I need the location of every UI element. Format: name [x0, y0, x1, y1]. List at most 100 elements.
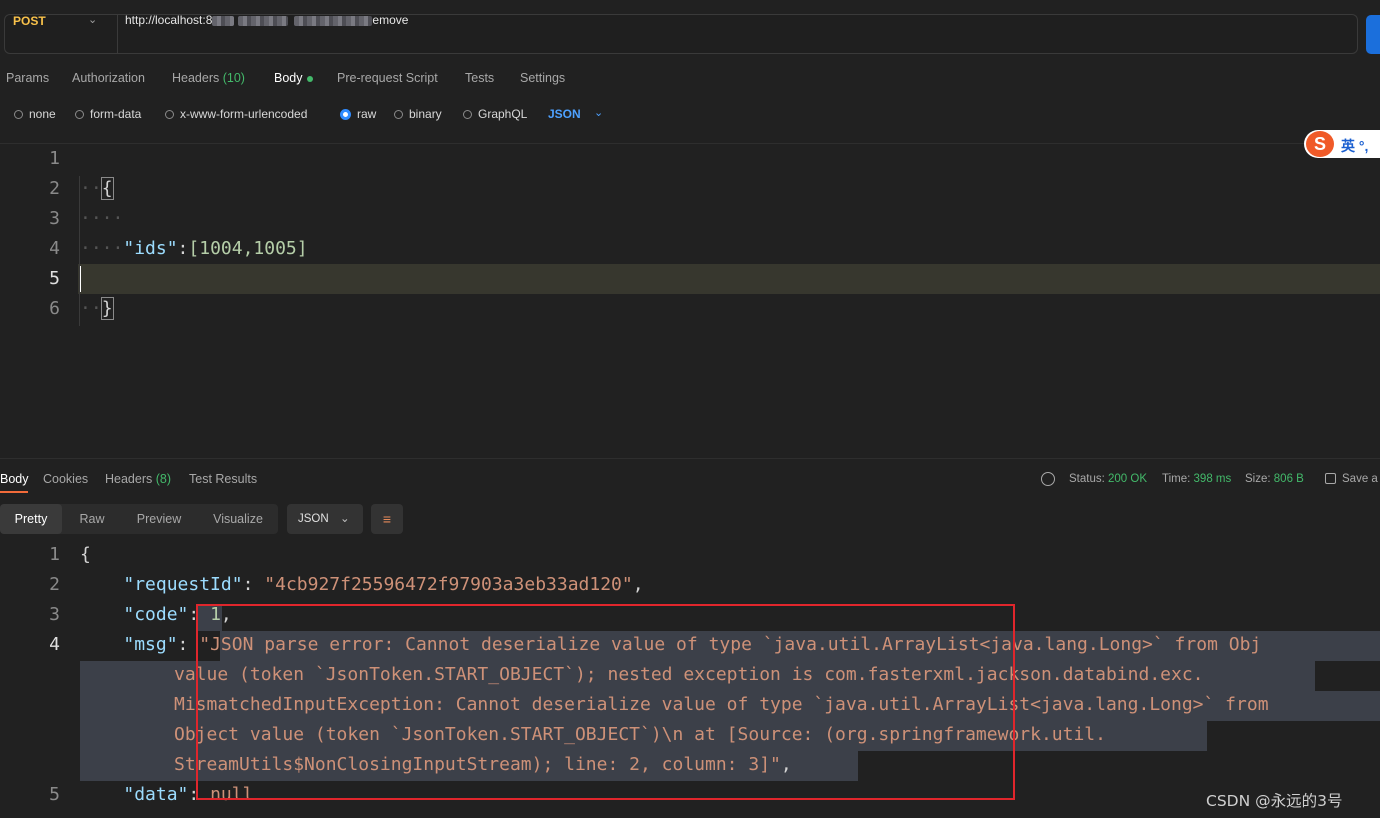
json-key: "requestId" [123, 574, 243, 595]
line-number: 5 [49, 784, 60, 805]
url-prefix: http://localhost:8 [125, 13, 213, 27]
json-key: "ids" [123, 238, 178, 259]
radio-label: x-www-form-urlencoded [180, 107, 308, 121]
time-info[interactable]: Time: 398 ms [1162, 473, 1231, 485]
radio-x-www-form-urlencoded[interactable]: x-www-form-urlencoded [165, 107, 307, 121]
radio-circle [14, 109, 23, 119]
divider [0, 143, 1380, 144]
size-value: 806 B [1273, 473, 1304, 485]
line-number: 1 [49, 148, 60, 169]
response-tab-headers[interactable]: Headers (8) [105, 472, 171, 486]
close-brace: } [100, 297, 114, 320]
redacted-url-part [294, 15, 373, 26]
line-number: 3 [49, 604, 60, 625]
wrap-lines-icon[interactable]: ≡ [371, 504, 403, 534]
tab-pre-request-script[interactable]: Pre-request Script [337, 71, 438, 85]
line-number: 3 [49, 208, 60, 229]
tab-headers-label: Headers [172, 71, 220, 85]
redacted-url-part [237, 15, 288, 26]
size-info[interactable]: Size: 806 B [1245, 473, 1304, 485]
editor-line-4[interactable]: ····"ids":[1004,1005] [80, 238, 308, 259]
radio-label: form-data [90, 107, 142, 121]
body-indicator-dot [306, 75, 313, 82]
chevron-down-icon[interactable]: ⌄ [88, 13, 97, 26]
radio-circle [165, 109, 174, 119]
radio-label: raw [357, 107, 377, 121]
error-highlight-box [196, 604, 1015, 800]
status-value: 200 OK [1108, 473, 1148, 485]
radio-circle [75, 109, 84, 119]
url-bar-separator [117, 15, 118, 53]
pane-divider[interactable] [0, 458, 1380, 459]
view-raw[interactable]: Raw [62, 504, 122, 534]
response-open-brace: { [80, 544, 91, 565]
chevron-down-icon[interactable]: ⌄ [594, 106, 603, 119]
radio-circle-selected [340, 108, 351, 120]
response-line-requestId: "requestId": "4cb927f25596472f97903a3eb3… [123, 574, 644, 595]
ime-mode-text: 英 °, [1341, 138, 1369, 154]
radio-label: GraphQL [478, 107, 528, 121]
line-number: 4 [49, 238, 60, 259]
response-tab-headers-label: Headers [105, 472, 153, 486]
line-number: 6 [49, 298, 60, 319]
radio-label: binary [409, 107, 442, 121]
radio-none[interactable]: none [14, 107, 56, 121]
open-brace: { [100, 177, 114, 200]
time-value: 398 ms [1193, 473, 1232, 485]
radio-graphql[interactable]: GraphQL [463, 107, 527, 121]
size-label: Size: [1245, 473, 1271, 485]
current-line-highlight [78, 264, 1380, 294]
status-info: Status: 200 OK [1069, 473, 1147, 485]
json-string: "4cb927f25596472f97903a3eb33ad120" [264, 574, 633, 595]
line-number: 2 [49, 178, 60, 199]
save-response-button[interactable]: Save a [1325, 473, 1378, 485]
json-value: [1004,1005] [188, 238, 308, 259]
globe-icon[interactable] [1041, 472, 1055, 486]
response-tab-body[interactable]: Body [0, 472, 29, 486]
radio-circle [463, 109, 472, 119]
response-format-label: JSON [298, 513, 329, 525]
sogou-logo-icon: S [1306, 131, 1334, 157]
json-key: "data" [123, 784, 189, 804]
active-tab-underline [0, 491, 28, 493]
view-pretty[interactable]: Pretty [0, 504, 62, 534]
radio-binary[interactable]: binary [394, 107, 442, 121]
tab-body-label: Body [274, 71, 303, 85]
watermark: CSDN @永远的3号 [1206, 792, 1343, 810]
save-label: Save a [1342, 473, 1378, 485]
response-tab-test-results[interactable]: Test Results [189, 472, 257, 486]
method-select[interactable]: POST [13, 14, 46, 28]
save-icon [1325, 473, 1336, 485]
response-headers-count: (8) [155, 472, 172, 486]
tab-body[interactable]: Body [274, 71, 313, 85]
line-number-current: 5 [49, 268, 60, 289]
line-number: 4 [49, 634, 60, 655]
chevron-down-icon: ⌄ [340, 513, 350, 525]
view-visualize[interactable]: Visualize [198, 504, 278, 534]
radio-label: none [29, 107, 56, 121]
url-input[interactable]: http://localhost:8 emove [125, 13, 408, 27]
line-number: 1 [49, 544, 60, 565]
editor-line-2[interactable]: ··{ [80, 177, 114, 200]
status-label: Status: [1069, 473, 1105, 485]
send-button[interactable] [1366, 15, 1380, 54]
radio-form-data[interactable]: form-data [75, 107, 141, 121]
url-suffix: emove [372, 13, 409, 27]
editor-line-3[interactable]: ···· [80, 208, 123, 229]
line-number: 2 [49, 574, 60, 595]
json-key: "msg" [123, 634, 178, 655]
tab-params[interactable]: Params [6, 71, 49, 85]
editor-line-6[interactable]: ··} [80, 297, 114, 320]
redacted-url-part [212, 15, 235, 26]
tab-headers[interactable]: Headers (10) [172, 71, 245, 85]
tab-tests[interactable]: Tests [465, 71, 494, 85]
response-format-select[interactable]: JSON ⌄ [287, 504, 363, 534]
time-label: Time: [1162, 473, 1191, 485]
tab-authorization[interactable]: Authorization [72, 71, 145, 85]
view-preview[interactable]: Preview [124, 504, 194, 534]
tab-settings[interactable]: Settings [520, 71, 565, 85]
radio-raw[interactable]: raw [340, 107, 376, 121]
radio-circle [394, 109, 403, 119]
body-format-select[interactable]: JSON [548, 107, 581, 121]
response-tab-cookies[interactable]: Cookies [43, 472, 88, 486]
